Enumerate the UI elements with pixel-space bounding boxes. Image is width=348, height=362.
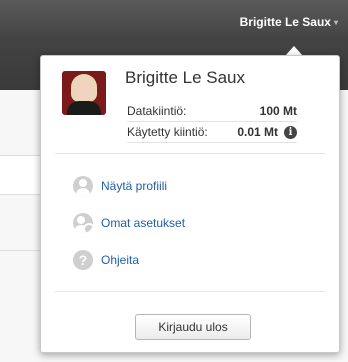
quota-label: Datakiintiö: xyxy=(127,104,187,118)
help-label: Ohjeita xyxy=(101,253,140,267)
quota-table: Datakiintiö: 100 Mt Käytetty kiintiö: 0.… xyxy=(127,101,297,143)
my-settings-link[interactable]: Omat asetukset xyxy=(73,213,185,233)
person-icon xyxy=(73,176,93,196)
user-menu-toggle[interactable]: Brigitte Le Saux ▾ xyxy=(240,15,338,29)
quota-row-used: Käytetty kiintiö: 0.01 Mt i xyxy=(127,122,297,143)
help-link[interactable]: ? Ohjeita xyxy=(73,250,139,270)
logout-button[interactable]: Kirjaudu ulos xyxy=(135,314,251,340)
profile-user-name: Brigitte Le Saux xyxy=(125,68,246,87)
chevron-down-icon: ▾ xyxy=(333,17,338,27)
divider xyxy=(55,153,325,154)
view-profile-label: Näytä profiili xyxy=(101,179,168,193)
view-profile-link[interactable]: Näytä profiili xyxy=(73,176,167,196)
user-menu-label: Brigitte Le Saux xyxy=(239,15,331,29)
divider xyxy=(55,291,325,292)
my-settings-label: Omat asetukset xyxy=(101,216,186,230)
avatar xyxy=(62,71,106,115)
info-icon[interactable]: i xyxy=(284,125,297,139)
quota-value: 100 Mt xyxy=(259,104,297,118)
quota-row-total: Datakiintiö: 100 Mt xyxy=(127,101,297,122)
help-icon: ? xyxy=(73,250,93,270)
person-settings-icon xyxy=(73,213,93,233)
quota-used-label: Käytetty kiintiö: xyxy=(127,125,208,139)
quota-used-value: 0.01 Mt i xyxy=(237,125,297,139)
user-profile-popup: Brigitte Le Saux Datakiintiö: 100 Mt Käy… xyxy=(40,55,340,353)
